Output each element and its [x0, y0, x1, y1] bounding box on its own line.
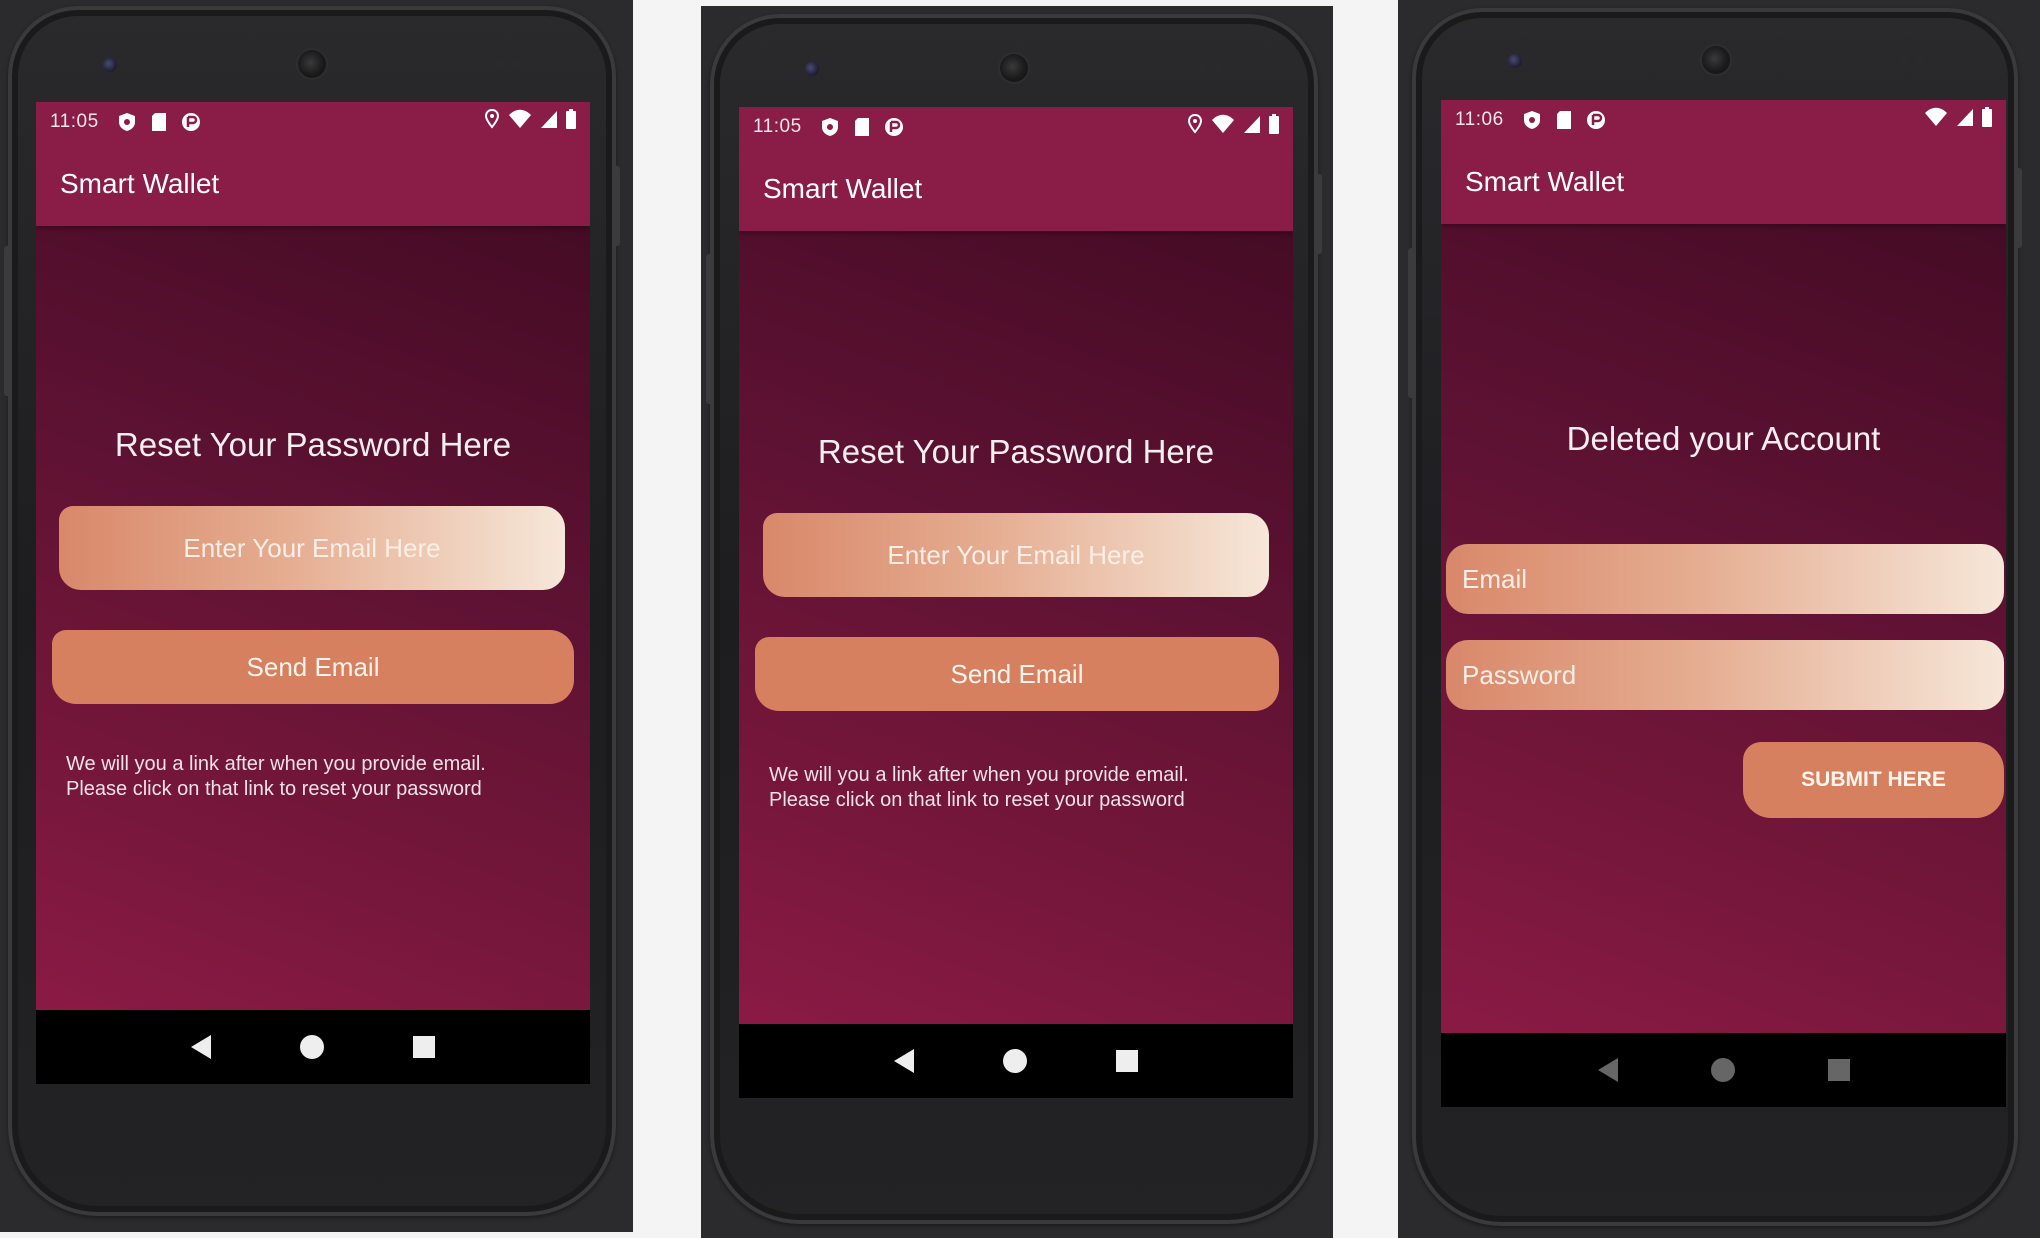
recents-icon[interactable]: [413, 1036, 436, 1058]
recents-icon[interactable]: [1827, 1059, 1850, 1081]
instruction-line-1: We will you a link after when you provid…: [66, 753, 486, 775]
app-bar-title: Smart Wallet: [1441, 140, 2006, 224]
front-camera-icon: [298, 50, 326, 78]
front-sensor-icon: [1508, 54, 1522, 68]
notification-icon: [1586, 110, 1606, 130]
location-icon: [1187, 113, 1203, 140]
send-email-button[interactable]: Send Email: [755, 637, 1279, 711]
instruction-line-2: Please click on that link to reset your …: [769, 789, 1185, 811]
instruction-text: We will you a link after when you provid…: [769, 763, 1189, 813]
signal-icon: [1956, 107, 1974, 133]
email-input[interactable]: Enter Your Email Here: [763, 513, 1269, 597]
shield-icon: [1522, 110, 1542, 130]
sd-card-icon: [852, 117, 872, 137]
notification-icon: [181, 112, 201, 132]
signal-icon: [540, 109, 558, 135]
content-area: Deleted your Account Email Password SUBM…: [1441, 224, 2006, 1033]
navigation-bar: [1441, 1033, 2006, 1107]
back-icon[interactable]: [1597, 1058, 1618, 1082]
status-bar: 11:05: [36, 102, 590, 142]
signal-icon: [1243, 114, 1261, 140]
navigation-bar: [739, 1024, 1293, 1098]
content-area: Reset Your Password Here Enter Your Emai…: [739, 231, 1293, 1024]
reset-heading: Reset Your Password Here: [817, 433, 1215, 470]
wifi-icon: [508, 109, 532, 135]
wifi-icon: [1211, 114, 1235, 140]
front-sensor-icon: [805, 62, 819, 76]
screen-3: 11:06 Smart Wallet Deleted your Account …: [1441, 100, 2006, 1107]
back-icon[interactable]: [190, 1035, 211, 1059]
app-bar-title: Smart Wallet: [739, 147, 1293, 231]
send-email-button[interactable]: Send Email: [52, 630, 574, 704]
battery-icon: [566, 109, 576, 135]
status-bar: 11:05: [739, 107, 1293, 147]
front-camera-icon: [1000, 54, 1028, 82]
phone-frame-1: 11:05 Smart Wallet Reset Your Password H…: [4, 6, 620, 1216]
phone-frame-3: 11:06 Smart Wallet Deleted your Account …: [1408, 8, 2022, 1226]
instruction-text: We will you a link after when you provid…: [66, 752, 486, 802]
status-bar: 11:06: [1441, 100, 2006, 140]
submit-button[interactable]: SUBMIT HERE: [1743, 742, 2004, 818]
email-input[interactable]: Enter Your Email Here: [59, 506, 565, 590]
status-time: 11:05: [50, 111, 99, 132]
location-icon: [484, 108, 500, 135]
password-field[interactable]: Password: [1446, 640, 2004, 710]
proximity-sensor-icon: [1198, 64, 1228, 72]
reset-heading: Reset Your Password Here: [114, 426, 512, 463]
phone-frame-2: 11:05 Smart Wallet Reset Your Password H…: [706, 14, 1322, 1224]
front-camera-icon: [1702, 46, 1730, 74]
screen-1: 11:05 Smart Wallet Reset Your Password H…: [36, 102, 590, 1084]
deleted-account-heading: Deleted your Account: [1566, 420, 1881, 457]
front-sensor-icon: [103, 58, 117, 72]
notification-icon: [884, 117, 904, 137]
home-icon[interactable]: [1710, 1058, 1735, 1082]
back-icon[interactable]: [893, 1049, 914, 1073]
content-area: Reset Your Password Here Enter Your Emai…: [36, 226, 590, 1010]
instruction-line-1: We will you a link after when you provid…: [769, 764, 1189, 786]
battery-icon: [1269, 114, 1279, 140]
instruction-line-2: Please click on that link to reset your …: [66, 778, 482, 800]
wifi-icon: [1924, 107, 1948, 133]
status-time: 11:06: [1455, 109, 1504, 130]
shield-icon: [117, 112, 137, 132]
sd-card-icon: [1554, 110, 1574, 130]
email-field[interactable]: Email: [1446, 544, 2004, 614]
shield-icon: [820, 117, 840, 137]
home-icon[interactable]: [299, 1035, 324, 1059]
sd-card-icon: [149, 112, 169, 132]
battery-icon: [1982, 107, 1992, 133]
screen-2: 11:05 Smart Wallet Reset Your Password H…: [739, 107, 1293, 1098]
recents-icon[interactable]: [1116, 1050, 1139, 1072]
home-icon[interactable]: [1002, 1049, 1027, 1073]
proximity-sensor-icon: [1900, 56, 1930, 64]
status-time: 11:05: [753, 116, 802, 137]
proximity-sensor-icon: [496, 60, 526, 68]
app-bar-title: Smart Wallet: [36, 142, 590, 226]
navigation-bar: [36, 1010, 590, 1084]
